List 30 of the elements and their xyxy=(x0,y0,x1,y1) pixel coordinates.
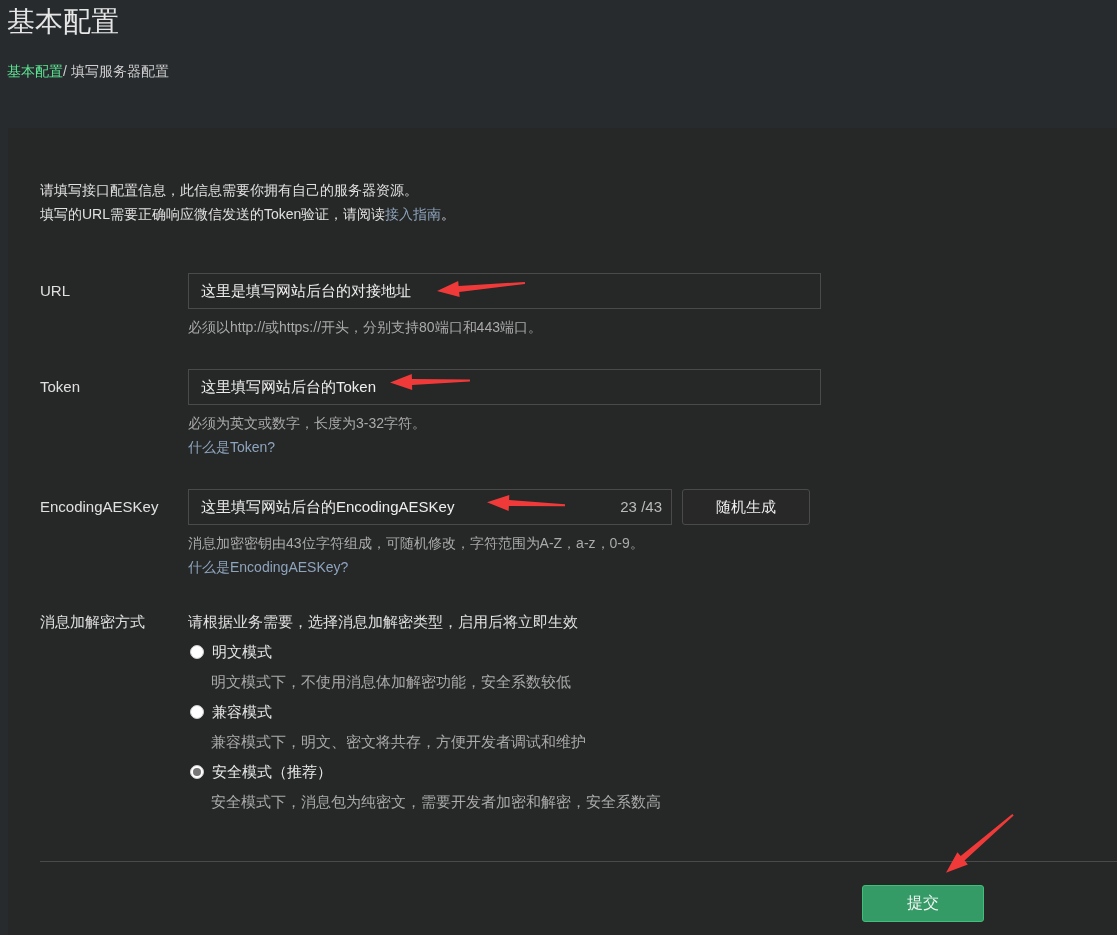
breadcrumb-current: / 填写服务器配置 xyxy=(63,62,169,81)
field-label: EncodingAESKey xyxy=(40,497,160,517)
generate-button[interactable]: 随机生成 xyxy=(682,489,810,525)
field-hint: 消息加密密钥由43位字符组成，可随机修改，字符范围为A-Z，a-z，0-9。 xyxy=(188,534,645,553)
field-hint: 必须为英文或数字，长度为3-32字符。 xyxy=(188,414,428,433)
intro-text: 请填写接口配置信息，此信息需要你拥有自己的服务器资源。 xyxy=(40,181,419,200)
radio-icon[interactable] xyxy=(190,765,204,779)
option-description: 安全模式下，消息包为纯密文，需要开发者加密和解密，安全系数高 xyxy=(211,792,661,812)
character-counter: 23 /43 xyxy=(620,497,662,517)
field-hint: 必须以http://或https://开头，分别支持80端口和443端口。 xyxy=(188,318,543,337)
option-description: 兼容模式下，明文、密文将共存，方便开发者调试和维护 xyxy=(211,732,587,752)
annotation-arrow xyxy=(946,814,1014,873)
radio-icon[interactable] xyxy=(190,705,204,719)
field-label: 消息加解密方式 xyxy=(40,612,146,632)
help-link[interactable]: 什么是Token? xyxy=(188,435,276,459)
radio-icon[interactable] xyxy=(190,645,204,659)
radio-option[interactable]: 兼容模式 xyxy=(190,697,272,727)
radio-option[interactable]: 安全模式（推荐） xyxy=(190,757,332,787)
field-label: URL xyxy=(40,281,71,301)
option-description: 明文模式下，不使用消息体加解密功能，安全系数较低 xyxy=(211,672,572,692)
input-field[interactable]: 这里填写网站后台的Token xyxy=(188,369,821,405)
help-link[interactable]: 什么是EncodingAESKey? xyxy=(188,555,349,579)
field-label: Token xyxy=(40,377,82,397)
radio-option[interactable]: 明文模式 xyxy=(190,637,272,667)
guide-link[interactable]: 接入指南 xyxy=(385,206,442,222)
page-title: 基本配置 xyxy=(7,5,120,39)
intro-text: 填写的URL需要正确响应微信发送的Token验证，请阅读接入指南。 xyxy=(40,205,457,224)
encryption-prompt: 请根据业务需要，选择消息加解密类型，启用后将立即生效 xyxy=(188,612,579,632)
breadcrumb-link[interactable]: 基本配置 xyxy=(7,60,63,82)
input-field[interactable]: 这里是填写网站后台的对接地址 xyxy=(188,273,821,309)
